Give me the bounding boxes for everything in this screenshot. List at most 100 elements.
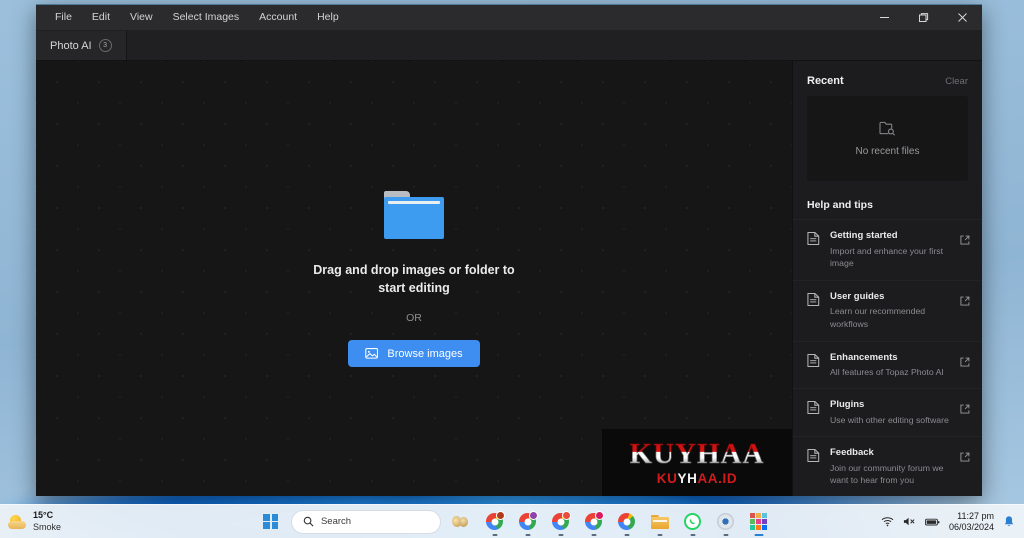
menu-item-edit[interactable]: Edit [83, 8, 119, 27]
help-and-tips-title: Help and tips [807, 199, 873, 212]
tab-label: Photo AI [50, 39, 92, 52]
taskbar-app-chrome-1[interactable] [483, 510, 507, 536]
menu-item-help[interactable]: Help [308, 8, 348, 27]
help-item-enhancements[interactable]: Enhancements All features of Topaz Photo… [793, 340, 982, 389]
menu-item-account[interactable]: Account [250, 8, 306, 27]
restore-button[interactable] [904, 5, 943, 31]
menu-item-file[interactable]: File [46, 8, 81, 27]
kuyhaa-watermark: KUYHAA KUYHAA.ID [602, 429, 792, 496]
clock-time: 11:27 pm [957, 510, 994, 521]
help-item-plugins[interactable]: Plugins Use with other editing software [793, 388, 982, 436]
search-input[interactable]: Search [290, 509, 441, 534]
browse-images-button[interactable]: Browse images [348, 340, 480, 368]
help-item-title: Plugins [830, 399, 865, 411]
external-link-icon[interactable] [960, 449, 970, 467]
bell-icon[interactable] [1003, 515, 1015, 528]
document-icon [807, 231, 820, 251]
app-body: Drag and drop images or folder to start … [36, 61, 982, 496]
speaker-muted-icon[interactable] [903, 516, 916, 527]
help-item-title: Enhancements [830, 351, 898, 363]
help-item-feedback[interactable]: Feedback Join our community forum we wan… [793, 436, 982, 496]
taskbar-app-chrome-4[interactable] [582, 510, 606, 536]
weather-text: 15°C Smoke [33, 510, 61, 533]
taskbar-app-whatsapp[interactable] [681, 510, 705, 536]
help-item-text: User guides Learn our recommended workfl… [830, 291, 950, 331]
document-icon [807, 353, 820, 373]
gear-icon [717, 513, 735, 530]
close-button[interactable] [943, 5, 982, 31]
help-item-description: Learn our recommended workflows [830, 306, 926, 329]
help-item-description: Use with other editing software [830, 414, 949, 425]
external-link-icon[interactable] [960, 354, 970, 372]
whatsapp-icon [684, 513, 702, 530]
help-item-description: All features of Topaz Photo AI [830, 366, 944, 377]
drop-zone-title: Drag and drop images or folder to start … [313, 262, 515, 295]
help-item-title: User guides [830, 290, 885, 302]
watermark-sub-part: YH [677, 471, 698, 487]
taskbar-app-chrome-3[interactable] [549, 510, 573, 536]
minimize-button[interactable] [865, 5, 904, 31]
paint-icon [451, 514, 472, 529]
taskbar-app-file-explorer[interactable] [648, 510, 672, 536]
tab-photo-ai[interactable]: Photo AI 3 [36, 31, 127, 60]
tab-bar: Photo AI 3 [36, 31, 982, 61]
external-link-icon[interactable] [960, 401, 970, 419]
document-icon [807, 448, 820, 468]
wifi-icon[interactable] [881, 516, 894, 527]
sun-cloud-icon [8, 514, 26, 530]
recent-header: Recent Clear [793, 61, 982, 96]
drop-zone[interactable]: Drag and drop images or folder to start … [36, 61, 792, 496]
help-item-text: Enhancements All features of Topaz Photo… [830, 352, 950, 379]
chrome-icon [585, 511, 605, 530]
clock-date: 06/03/2024 [948, 521, 994, 532]
image-plus-icon [365, 348, 379, 359]
watermark-sub-part: KU [656, 471, 678, 487]
clear-recent-button[interactable]: Clear [945, 76, 968, 87]
help-item-text: Plugins Use with other editing software [830, 399, 950, 426]
help-item-getting-started[interactable]: Getting started Import and enhance your … [793, 219, 982, 280]
external-link-icon[interactable] [960, 232, 970, 250]
weather-condition: Smoke [33, 521, 62, 532]
folder-icon [650, 514, 669, 529]
tab-badge: 3 [98, 39, 112, 52]
taskbar: 15°C Smoke Search 11:27 pm 06/03/2024 [0, 504, 1024, 538]
help-item-description: Join our community forum we want to hear… [830, 462, 944, 486]
weather-widget[interactable]: 15°C Smoke [0, 510, 150, 533]
document-icon [807, 400, 820, 420]
help-item-title: Feedback [830, 447, 874, 459]
menu-bar: File Edit View Select Images Account Hel… [36, 8, 348, 27]
battery-icon[interactable] [925, 517, 940, 527]
browse-images-label: Browse images [387, 347, 463, 360]
menu-item-view[interactable]: View [121, 8, 162, 27]
drop-zone-or-label: OR [406, 312, 422, 325]
close-icon [958, 13, 967, 22]
taskbar-app-paint[interactable] [450, 510, 474, 534]
help-item-text: Feedback Join our community forum we wan… [830, 447, 950, 487]
watermark-sub-part: AA.ID [697, 471, 738, 487]
taskbar-app-chrome-2[interactable] [516, 510, 540, 536]
start-button[interactable] [260, 511, 282, 533]
taskbar-app-chrome-5[interactable] [615, 510, 639, 536]
external-link-icon[interactable] [960, 293, 970, 311]
help-item-user-guides[interactable]: User guides Learn our recommended workfl… [793, 279, 982, 341]
help-item-text: Getting started Import and enhance your … [830, 230, 950, 270]
watermark-title: KUYHAA [629, 438, 765, 471]
apps-grid-icon [750, 513, 768, 530]
document-icon [807, 292, 820, 312]
menu-item-select-images[interactable]: Select Images [164, 8, 249, 27]
search-icon [303, 516, 314, 527]
watermark-subtitle: KUYHAA.ID [657, 472, 737, 486]
chrome-icon [486, 511, 506, 530]
taskbar-app-settings[interactable] [714, 510, 738, 536]
minimize-icon [880, 17, 889, 18]
search-placeholder-label: Search [320, 516, 352, 527]
clock[interactable]: 11:27 pm 06/03/2024 [949, 511, 994, 533]
photo-ai-window: File Edit View Select Images Account Hel… [36, 4, 982, 496]
recent-title: Recent [807, 75, 844, 87]
folder-search-icon [879, 121, 895, 136]
help-item-description: Import and enhance your first image [830, 245, 943, 269]
taskbar-app-all-apps[interactable] [747, 510, 771, 536]
right-sidebar: Recent Clear No recent files Help and ti… [792, 61, 982, 496]
weather-temperature: 15°C [33, 510, 54, 521]
recent-empty-panel: No recent files [807, 96, 968, 182]
